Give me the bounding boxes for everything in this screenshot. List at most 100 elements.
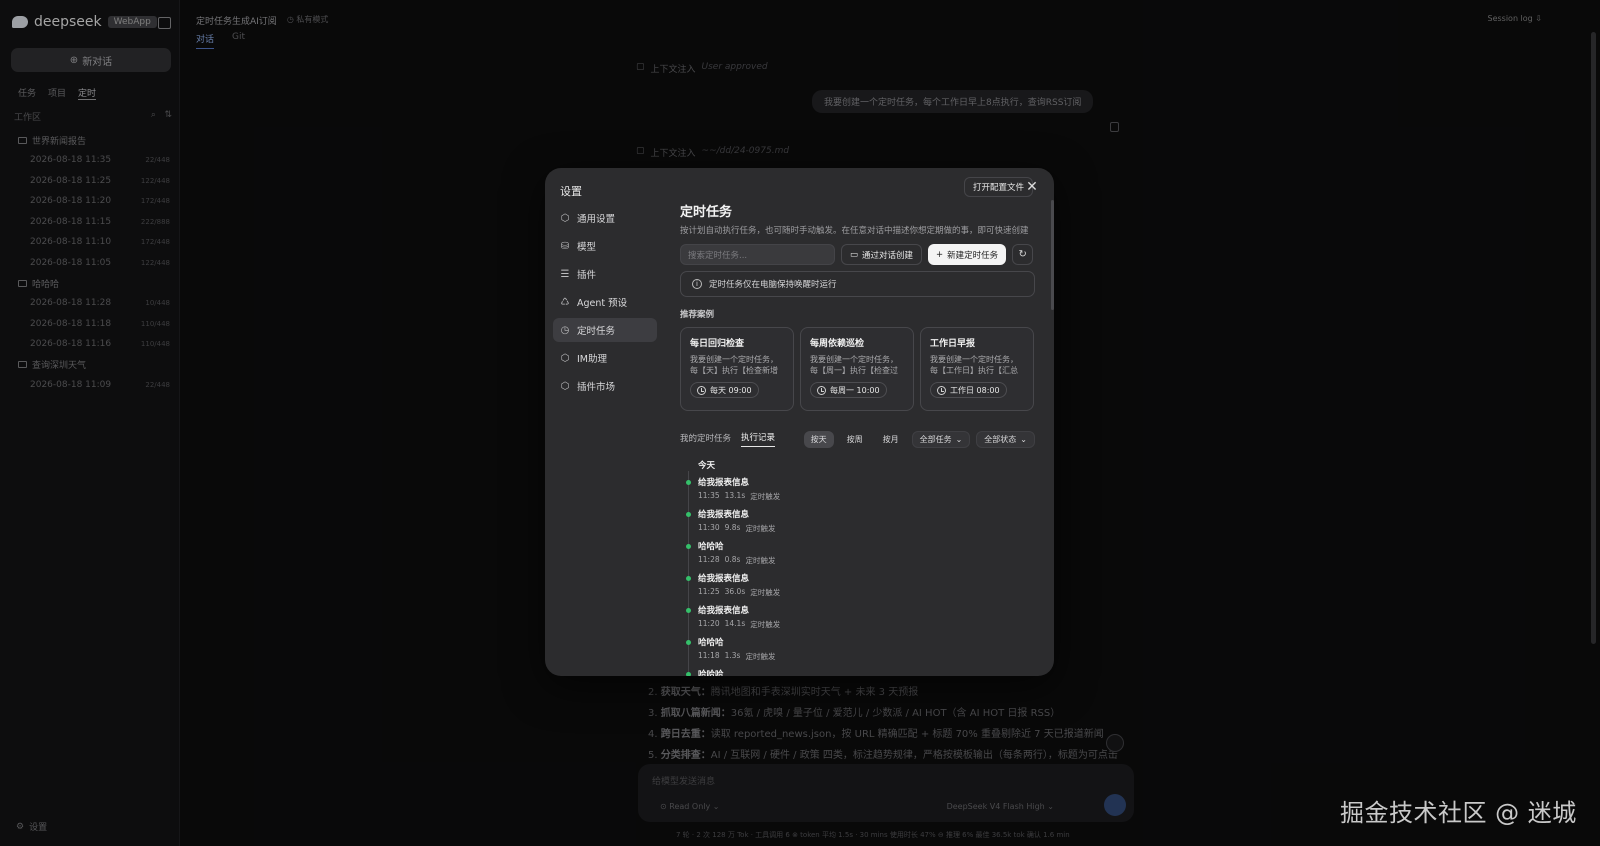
status-dot [686,544,691,549]
task-toolbar: 搜索定时任务... ▭ 通过对话创建 + 新建定时任务 ↻ [680,244,1035,265]
clock-icon [937,385,946,395]
record-meta: 11:20 14.1s 定时触发 [698,619,1035,630]
record-name: 给我报表信息 [698,606,750,616]
record-duration: 14.1s [724,619,746,628]
record-trigger: 定时触发 [750,492,781,501]
plus-icon: + [936,249,944,260]
nav-item-label: 定时任务 [577,326,616,337]
refresh-button[interactable]: ↻ [1012,244,1034,265]
record-name: 哈哈哈 [698,670,724,676]
filter-by-month[interactable]: 按月 [876,431,906,448]
card-description: 我要创建一个定时任务，每【天】执行【检查新增测... [690,355,778,375]
card-title: 每日回归检查 [690,339,745,349]
nav-item-label: 通用设置 [577,214,616,225]
record-trigger: 定时触发 [745,652,776,661]
nav-item[interactable]: ☰ 插件 [553,262,657,286]
recommended-card[interactable]: 每日回归检查我要创建一个定时任务，每【天】执行【检查新增测... 每天 09:00 [680,327,794,411]
record-trigger: 定时触发 [745,556,776,565]
card-title: 每周依赖巡检 [810,339,865,349]
execution-record[interactable]: 哈哈哈 11:18 1.3s 定时触发 [686,636,1035,668]
create-via-chat-label: 通过对话创建 [862,250,914,261]
database-icon: ⛁ [560,240,570,252]
execution-record[interactable]: 给我报表信息 11:25 36.0s 定时触发 [686,572,1035,604]
record-meta: 11:18 1.3s 定时触发 [698,651,1035,662]
nav-item-label: Agent 预设 [577,298,628,309]
chevron-down-icon: ⌄ [1020,434,1027,444]
card-title: 工作日早报 [930,339,976,349]
new-task-label: 新建定时任务 [947,250,999,261]
tab-execution-records[interactable]: 执行记录 [741,431,776,447]
filter-by-week[interactable]: 按周 [840,431,870,448]
nav-item[interactable]: ⬡ 通用设置 [553,206,657,230]
nav-item[interactable]: ♺ Agent 预设 [553,290,657,314]
execution-record[interactable]: 哈哈哈 [686,668,1035,676]
wake-notice: i 定时任务仅在电脑保持唤醒时运行 [680,271,1035,297]
recommended-cards: 每日回归检查我要创建一个定时任务，每【天】执行【检查新增测... 每天 09:00… [680,327,1035,411]
execution-record[interactable]: 哈哈哈 11:28 0.8s 定时触发 [686,540,1035,572]
clock-icon [817,385,826,395]
settings-nav: ⬡ 通用设置 ⛁ 模型 ☰ 插件 ♺ Agent 预设 ◷ 定时任务 ⬡ IM助理 ⬡ 插件市场 [553,206,657,402]
nav-item-label: 插件市场 [577,382,616,393]
chat-bubble-icon: ▭ [850,249,859,260]
record-time: 11:35 [698,491,720,500]
record-trigger: 定时触发 [750,588,781,597]
record-name: 哈哈哈 [698,638,724,648]
open-config-button[interactable]: 打开配置文件 [964,177,1034,197]
record-name: 哈哈哈 [698,542,724,552]
execution-record[interactable]: 给我报表信息 11:20 14.1s 定时触发 [686,604,1035,636]
status-select-value: 全部状态 [984,434,1017,444]
watermark: 掘金技术社区 @ 迷城 [1340,799,1577,827]
chat-hex-icon: ⬡ [560,352,570,364]
card-schedule: 每天 09:00 [690,382,759,398]
record-name: 给我报表信息 [698,574,750,584]
nav-item[interactable]: ⬡ IM助理 [553,346,657,370]
timeline-line [688,471,689,676]
record-duration: 0.8s [724,555,741,564]
recycle-icon: ♺ [560,296,570,308]
record-time: 11:30 [698,523,720,532]
execution-record[interactable]: 给我报表信息 11:35 13.1s 定时触发 [686,476,1035,508]
record-duration: 1.3s [724,651,741,660]
nav-item[interactable]: ⛁ 模型 [553,234,657,258]
status-dot [686,608,691,613]
create-via-chat-button[interactable]: ▭ 通过对话创建 [841,244,923,265]
recommended-card[interactable]: 每周依赖巡检我要创建一个定时任务，每【周一】执行【检查过期... 每周一 10:0… [800,327,914,411]
new-task-button[interactable]: + 新建定时任务 [928,244,1007,265]
nav-item[interactable]: ◷ 定时任务 [553,318,657,342]
record-meta: 11:28 0.8s 定时触发 [698,555,1035,566]
timeline-date: 今天 [698,461,716,471]
card-description: 我要创建一个定时任务，每【工作日】执行【汇总昨... [930,355,1018,375]
recommended-label: 推荐案例 [680,310,715,320]
recommended-card[interactable]: 工作日早报我要创建一个定时任务，每【工作日】执行【汇总昨... 工作日 08:00 [920,327,1034,411]
record-name: 给我报表信息 [698,478,750,488]
settings-modal: 设置 打开配置文件 ✕ ⬡ 通用设置 ⛁ 模型 ☰ 插件 ♺ Agent 预设 ◷ 定时任务 ⬡ IM… [545,168,1054,676]
record-time: 11:20 [698,619,720,628]
card-schedule-label: 工作日 08:00 [950,385,1000,395]
records-tabs-bar: 我的定时任务 执行记录 按天 按周 按月 全部任务 ⌄ 全部状态 ⌄ [680,429,1035,449]
status-dot [686,512,691,517]
nav-item-label: IM助理 [577,354,607,365]
card-schedule: 每周一 10:00 [810,382,887,398]
record-meta: 11:30 9.8s 定时触发 [698,523,1035,534]
card-schedule-label: 每周一 10:00 [830,385,880,395]
record-time: 11:18 [698,651,720,660]
close-icon[interactable]: ✕ [1024,179,1040,195]
scheduled-tasks-panel: 定时任务 按计划自动执行任务，也可随时手动触发。在任意对话中描述你想定期做的事，… [680,201,1035,676]
status-select[interactable]: 全部状态 ⌄ [976,430,1035,448]
filter-by-day[interactable]: 按天 [803,430,834,448]
page-title: 定时任务 [680,205,733,220]
nav-item-label: 插件 [577,270,597,281]
search-input[interactable]: 搜索定时任务... [680,244,835,265]
task-select[interactable]: 全部任务 ⌄ [911,430,971,448]
info-icon: i [692,279,702,289]
tab-my-tasks[interactable]: 我的定时任务 [680,432,731,447]
store-icon: ⬡ [560,380,570,392]
record-trigger: 定时触发 [745,524,776,533]
record-duration: 9.8s [724,523,741,532]
nav-item[interactable]: ⬡ 插件市场 [553,374,657,398]
notice-text: 定时任务仅在电脑保持唤醒时运行 [709,280,837,290]
execution-timeline: 今天 给我报表信息 11:35 13.1s 定时触发 给我报表信息 11:30 9.8s 定时… [680,459,1035,676]
record-trigger: 定时触发 [750,620,781,629]
execution-record[interactable]: 给我报表信息 11:30 9.8s 定时触发 [686,508,1035,540]
modal-scrollbar[interactable] [1051,200,1054,310]
